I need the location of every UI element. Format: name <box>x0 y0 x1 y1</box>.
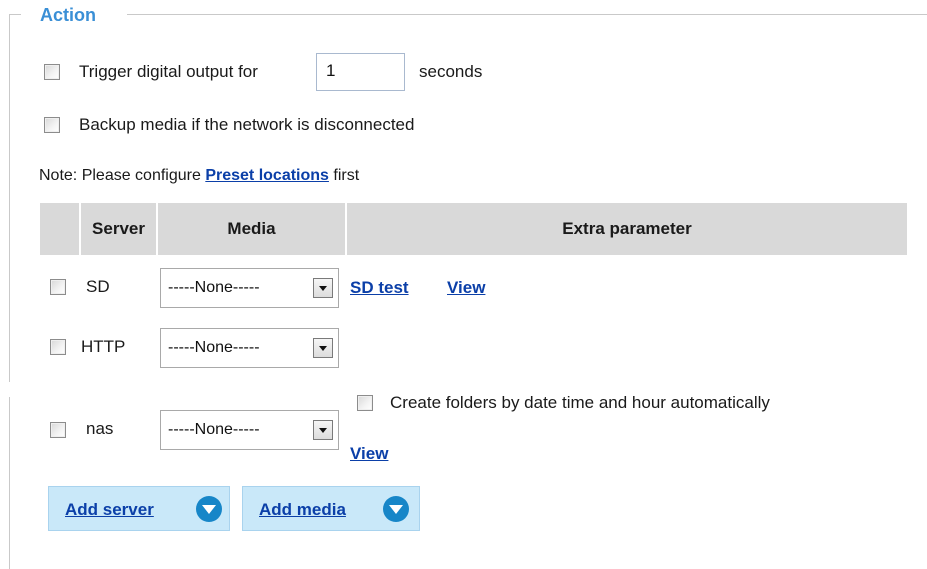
fieldset-border <box>9 14 21 15</box>
server-name: HTTP <box>81 337 126 356</box>
extra-parameter-column-header: Extra parameter <box>347 203 907 255</box>
backup-media-checkbox[interactable] <box>44 117 60 133</box>
add-media-button[interactable]: Add media <box>242 486 420 531</box>
media-select[interactable]: -----None----- <box>160 410 339 450</box>
media-select[interactable]: -----None----- <box>160 328 339 368</box>
seconds-unit-label: seconds <box>419 62 483 81</box>
add-server-label: Add server <box>65 500 154 519</box>
backup-media-label: Backup media if the network is disconnec… <box>79 115 415 134</box>
media-select[interactable]: -----None----- <box>160 268 339 308</box>
media-select-value: -----None----- <box>168 421 260 438</box>
server-column-header: Server <box>81 203 156 255</box>
chevron-down-circle-icon <box>383 496 409 522</box>
fieldset-border <box>9 14 10 382</box>
trigger-seconds-input[interactable]: 1 <box>316 53 405 91</box>
nas-view-link[interactable]: View <box>350 444 388 464</box>
chevron-down-icon[interactable] <box>313 338 333 358</box>
media-select-value: -----None----- <box>168 339 260 356</box>
server-nas-checkbox[interactable] <box>50 422 66 438</box>
media-column-header: Media <box>158 203 345 255</box>
note-prefix: Note: Please configure <box>39 167 201 184</box>
sd-view-link[interactable]: View <box>447 278 485 298</box>
note-suffix: first <box>333 167 360 184</box>
media-select-value: -----None----- <box>168 279 260 296</box>
note-text: Note: Please configure Preset locations … <box>39 166 359 186</box>
server-name: nas <box>86 419 114 438</box>
section-legend: Action <box>40 5 96 25</box>
server-http-checkbox[interactable] <box>50 339 66 355</box>
fieldset-border <box>127 14 927 15</box>
preset-locations-link[interactable]: Preset locations <box>205 167 329 184</box>
sd-test-link[interactable]: SD test <box>350 278 409 298</box>
fieldset-border <box>9 397 10 569</box>
server-name: SD <box>86 277 110 296</box>
create-folders-label: Create folders by date time and hour aut… <box>390 393 770 412</box>
add-server-button[interactable]: Add server <box>48 486 230 531</box>
trigger-output-checkbox[interactable] <box>44 64 60 80</box>
chevron-down-icon[interactable] <box>313 278 333 298</box>
chevron-down-circle-icon <box>196 496 222 522</box>
chevron-down-icon[interactable] <box>313 420 333 440</box>
server-sd-checkbox[interactable] <box>50 279 66 295</box>
trigger-output-label: Trigger digital output for <box>79 62 258 81</box>
add-media-label: Add media <box>259 500 346 519</box>
create-folders-checkbox[interactable] <box>357 395 373 411</box>
checkbox-column-header <box>40 203 79 255</box>
